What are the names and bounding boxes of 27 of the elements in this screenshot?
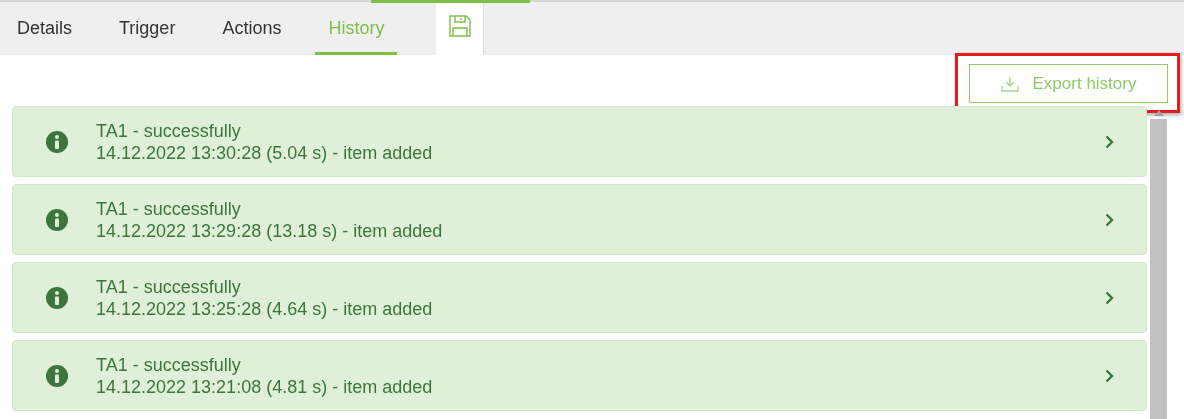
entry-detail: 14.12.2022 13:30:28 (5.04 s) - item added [96,141,434,164]
download-icon [1000,75,1019,92]
history-entry[interactable]: TA1 - successfully 14.12.2022 13:29:28 (13.18 s) - item added [12,184,1147,255]
info-icon [46,286,68,309]
chevron-right-icon [1105,290,1114,305]
info-icon [46,130,68,153]
save-tab[interactable] [436,2,485,55]
entry-title: TA1 - successfully [96,353,242,376]
entry-detail: 14.12.2022 13:25:28 (4.64 s) - item added [96,297,434,320]
history-entry[interactable]: TA1 - successfully 14.12.2022 13:21:08 (4.81 s) - item added [12,340,1147,411]
history-entry[interactable]: TA1 - successfully 14.12.2022 13:30:28 (5.04 s) - item added [12,106,1147,177]
tab[interactable]: Trigger [106,2,189,55]
chevron-right-icon [1105,134,1114,149]
entry-title: TA1 - successfully [96,275,242,298]
chevron-right-icon [1105,368,1114,383]
entry-detail: 14.12.2022 13:29:28 (13.18 s) - item added [96,219,444,242]
tab[interactable]: Details [4,2,86,55]
info-icon [46,208,68,231]
entry-title: TA1 - successfully [96,197,242,220]
chevron-right-icon [1105,212,1114,227]
save-icon [448,15,471,37]
scroll-up-icon[interactable] [1153,110,1164,116]
entry-title: TA1 - successfully [96,119,242,142]
tab[interactable]: Actions [209,2,295,55]
entry-detail: 14.12.2022 13:21:08 (4.81 s) - item added [96,375,434,398]
info-icon [46,364,68,387]
history-entry[interactable]: TA1 - successfully 14.12.2022 13:25:28 (4.64 s) - item added [12,262,1147,333]
